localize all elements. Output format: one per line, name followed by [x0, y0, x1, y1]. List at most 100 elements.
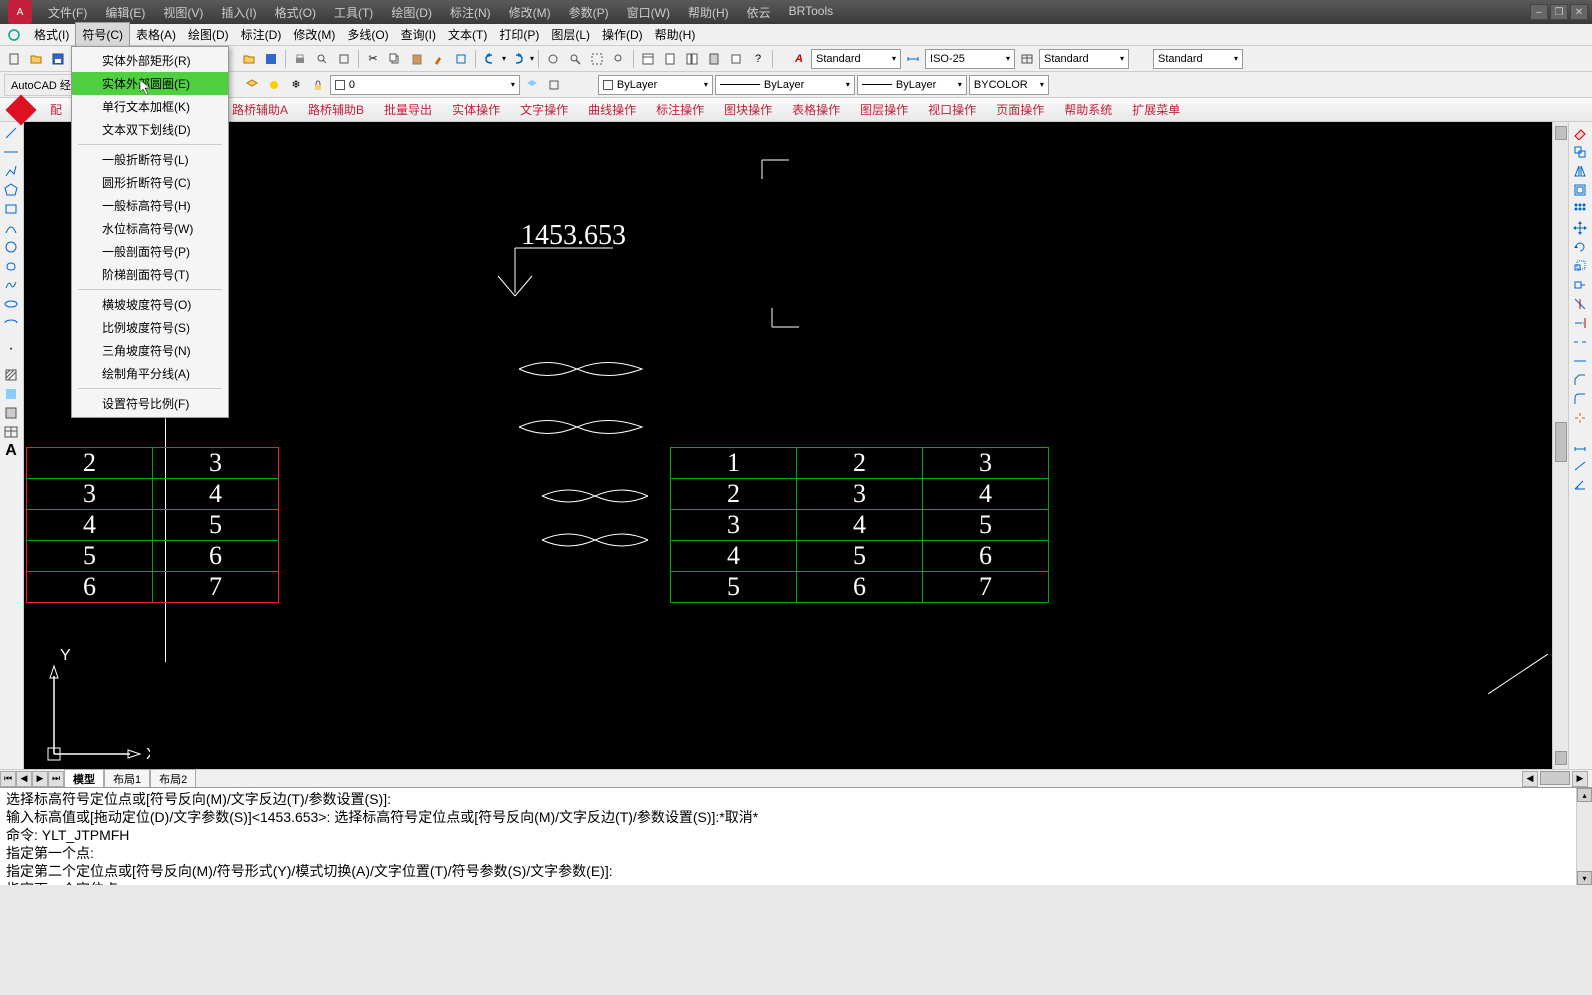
layer-state-button[interactable]	[264, 75, 284, 95]
menu2-text[interactable]: 文本(T)	[442, 23, 493, 46]
menu-view[interactable]: 视图(V)	[155, 0, 211, 25]
canvas-vscrollbar[interactable]	[1552, 122, 1568, 769]
color-combo[interactable]: ByLayer▾	[598, 75, 713, 95]
menu-tools[interactable]: 工具(T)	[326, 0, 381, 25]
menu2-format[interactable]: 格式(I)	[28, 23, 75, 46]
cs-curve[interactable]: 曲线操作	[578, 97, 646, 122]
copy-button[interactable]	[385, 49, 405, 69]
menu2-query[interactable]: 查询(I)	[395, 23, 442, 46]
dim-linear-tool[interactable]	[1569, 437, 1591, 455]
polygon-tool[interactable]	[0, 181, 22, 199]
cs-batch[interactable]: 批量导出	[374, 97, 442, 122]
cs-page[interactable]: 页面操作	[986, 97, 1054, 122]
layer-iso-button[interactable]	[544, 75, 564, 95]
layer-combo[interactable]: 0▾	[330, 75, 520, 95]
menu2-help[interactable]: 帮助(H)	[649, 23, 702, 46]
arc-tool[interactable]	[0, 219, 22, 237]
dim-angular-tool[interactable]	[1569, 475, 1591, 493]
line-tool[interactable]	[0, 124, 22, 142]
open2-button[interactable]	[239, 49, 259, 69]
hatch-tool[interactable]	[0, 366, 22, 384]
menu-param[interactable]: 参数(P)	[561, 0, 617, 25]
menu-modify[interactable]: 修改(M)	[501, 0, 559, 25]
cs-ext[interactable]: 扩展菜单	[1122, 97, 1190, 122]
dd-circbreak[interactable]: 圆形折断符号(C)	[72, 171, 228, 194]
table-tool[interactable]	[0, 423, 22, 441]
array-tool[interactable]	[1569, 200, 1591, 218]
zoom-prev-button[interactable]	[609, 49, 629, 69]
redo-dropdown[interactable]: ▾	[530, 54, 534, 63]
undo-button[interactable]	[480, 49, 500, 69]
dim-aligned-tool[interactable]	[1569, 456, 1591, 474]
menu-help[interactable]: 帮助(H)	[680, 0, 737, 25]
mtext-tool[interactable]: A	[0, 442, 22, 460]
tab-last-button[interactable]: ⏭	[48, 771, 64, 787]
fillet-tool[interactable]	[1569, 390, 1591, 408]
markup-button[interactable]	[726, 49, 746, 69]
menu2-modify[interactable]: 修改(M)	[287, 23, 341, 46]
cs-roadA[interactable]: 路桥辅助A	[222, 97, 298, 122]
menu-edit[interactable]: 编辑(E)	[97, 0, 153, 25]
help-button[interactable]: ?	[748, 49, 768, 69]
preview-button[interactable]	[312, 49, 332, 69]
dd-cross[interactable]: 横坡坡度符号(O)	[72, 293, 228, 316]
xline-tool[interactable]	[0, 143, 22, 161]
layer-lock-button[interactable]	[308, 75, 328, 95]
textstyle-combo[interactable]: Standard▾	[811, 49, 901, 69]
stretch-tool[interactable]	[1569, 276, 1591, 294]
redo-button[interactable]	[508, 49, 528, 69]
chamfer-tool[interactable]	[1569, 371, 1591, 389]
dd-ratio[interactable]: 比例坡度符号(S)	[72, 316, 228, 339]
menu2-dim[interactable]: 标注(D)	[235, 23, 288, 46]
calc-button[interactable]	[704, 49, 724, 69]
menu2-table[interactable]: 表格(A)	[130, 23, 182, 46]
menu-brtools[interactable]: BRTools	[781, 0, 841, 25]
dd-tri[interactable]: 三角坡度符号(N)	[72, 339, 228, 362]
hscroll-thumb[interactable]	[1540, 771, 1570, 785]
rotate-tool[interactable]	[1569, 238, 1591, 256]
break-tool[interactable]	[1569, 333, 1591, 351]
ellipse-tool[interactable]	[0, 295, 22, 313]
app-icon[interactable]: A	[8, 0, 32, 24]
minimize-button[interactable]: –	[1530, 4, 1548, 20]
red-diamond-icon[interactable]	[5, 94, 36, 125]
cmd-scrollbar[interactable]: ▴ ▾	[1576, 788, 1592, 885]
hscroll-left[interactable]: ◀	[1522, 771, 1538, 787]
dd-elev[interactable]: 一般标高符号(H)	[72, 194, 228, 217]
drawing-canvas[interactable]: 1453.653 23 34 45 56 67	[24, 122, 1552, 769]
paste-button[interactable]	[407, 49, 427, 69]
dimstyle-combo[interactable]: ISO-25▾	[925, 49, 1015, 69]
dd-textbox[interactable]: 单行文本加框(K)	[72, 95, 228, 118]
lineweight-combo[interactable]: ByLayer▾	[857, 75, 967, 95]
cmd-scroll-down[interactable]: ▾	[1577, 871, 1592, 885]
cs-help[interactable]: 帮助系统	[1054, 97, 1122, 122]
cs-config[interactable]: 配	[40, 97, 72, 122]
tool-palette-button[interactable]	[682, 49, 702, 69]
tab-next-button[interactable]: ▶	[32, 771, 48, 787]
menu2-print[interactable]: 打印(P)	[493, 23, 545, 46]
menu-dim[interactable]: 标注(N)	[442, 0, 499, 25]
dd-rect[interactable]: 实体外部矩形(R)	[72, 49, 228, 72]
tab-first-button[interactable]: ⏮	[0, 771, 16, 787]
cs-table[interactable]: 表格操作	[782, 97, 850, 122]
menu-format[interactable]: 格式(O)	[267, 0, 324, 25]
dd-section[interactable]: 一般剖面符号(P)	[72, 240, 228, 263]
dd-bisect[interactable]: 绘制角平分线(A)	[72, 362, 228, 385]
layer-prev-button[interactable]	[522, 75, 542, 95]
dd-break[interactable]: 一般折断符号(L)	[72, 148, 228, 171]
tab-prev-button[interactable]: ◀	[16, 771, 32, 787]
gradient-tool[interactable]	[0, 385, 22, 403]
cs-viewport[interactable]: 视口操作	[918, 97, 986, 122]
dimstyle-icon[interactable]	[903, 49, 923, 69]
cs-text[interactable]: 文字操作	[510, 97, 578, 122]
menu-window[interactable]: 窗口(W)	[619, 0, 678, 25]
scale-tool[interactable]	[1569, 257, 1591, 275]
spline-tool[interactable]	[0, 276, 22, 294]
mlstyle-combo[interactable]: Standard▾	[1153, 49, 1243, 69]
cmd-scroll-up[interactable]: ▴	[1577, 788, 1592, 802]
block-button[interactable]	[451, 49, 471, 69]
textstyle-icon[interactable]: A	[789, 49, 809, 69]
scroll-thumb[interactable]	[1555, 422, 1567, 462]
save2-button[interactable]	[261, 49, 281, 69]
copy-tool[interactable]	[1569, 143, 1591, 161]
